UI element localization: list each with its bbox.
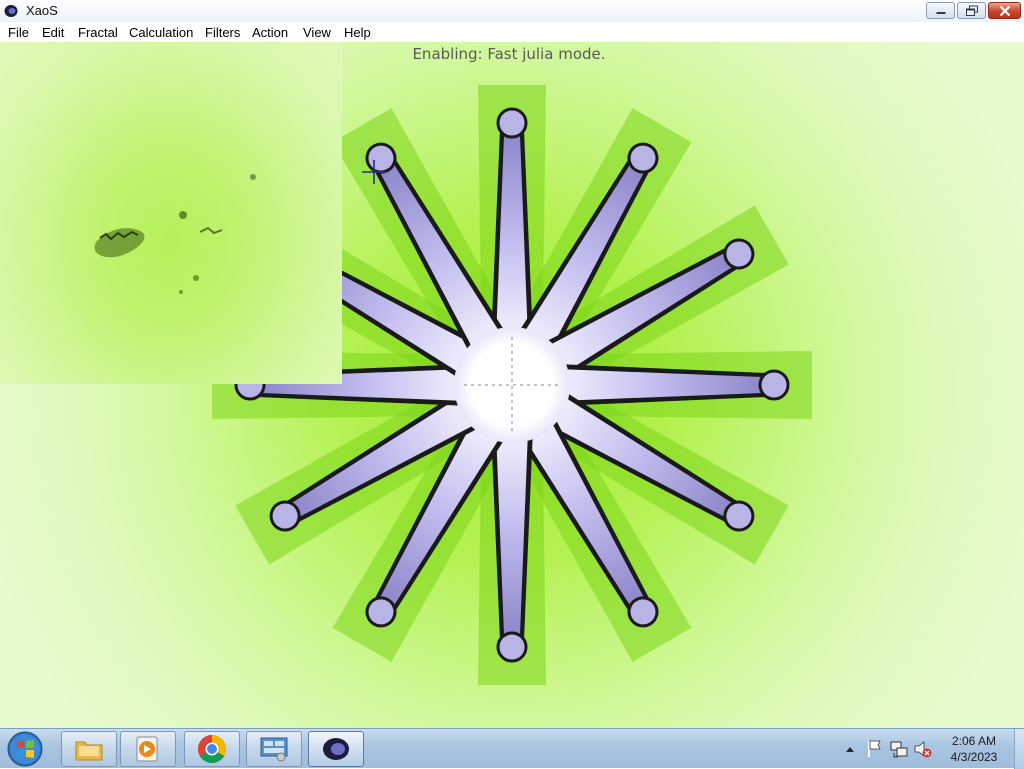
close-button[interactable] bbox=[988, 2, 1021, 19]
menu-bar: File Edit Fractal Calculation Filters Ac… bbox=[0, 22, 1024, 42]
taskbar-file-explorer[interactable] bbox=[61, 731, 117, 767]
window-title: XaoS bbox=[26, 3, 58, 18]
restore-button[interactable] bbox=[957, 2, 986, 19]
show-desktop-button[interactable] bbox=[1014, 729, 1024, 769]
taskbar-chrome[interactable] bbox=[184, 731, 240, 767]
control-panel-icon bbox=[260, 737, 288, 762]
minimize-button[interactable] bbox=[926, 2, 955, 19]
taskbar-media-player[interactable] bbox=[120, 731, 176, 767]
clock-time: 2:06 AM bbox=[951, 734, 997, 748]
network-icon[interactable] bbox=[889, 729, 909, 769]
close-icon bbox=[999, 5, 1010, 16]
xaos-icon bbox=[4, 5, 18, 17]
fractal-canvas[interactable]: Enabling: Fast julia mode. bbox=[0, 42, 1024, 728]
menu-file[interactable]: File bbox=[8, 25, 29, 40]
action-center-flag-icon[interactable] bbox=[866, 729, 884, 769]
crosshair-cursor-icon bbox=[362, 160, 386, 184]
chrome-icon bbox=[198, 735, 226, 763]
windows-start-icon[interactable] bbox=[6, 730, 44, 768]
taskbar: 2:06 AM 4/3/2023 bbox=[0, 728, 1024, 769]
menu-fractal[interactable]: Fractal bbox=[78, 25, 118, 40]
menu-calculation[interactable]: Calculation bbox=[129, 25, 193, 40]
menu-action[interactable]: Action bbox=[252, 25, 288, 40]
minimize-icon bbox=[936, 11, 945, 14]
title-bar[interactable]: XaoS bbox=[0, 0, 1024, 23]
media-player-icon bbox=[136, 736, 158, 762]
preview-overlay bbox=[0, 42, 342, 384]
preview-fractal bbox=[94, 174, 256, 294]
volume-muted-icon[interactable] bbox=[913, 729, 933, 769]
xaos-icon bbox=[323, 738, 349, 760]
clock-date: 4/3/2023 bbox=[950, 750, 998, 764]
menu-filters[interactable]: Filters bbox=[205, 25, 240, 40]
status-message: Enabling: Fast julia mode. bbox=[412, 45, 606, 63]
taskbar-control-panel[interactable] bbox=[246, 731, 302, 767]
taskbar-xaos[interactable] bbox=[308, 731, 364, 767]
menu-help[interactable]: Help bbox=[344, 25, 371, 40]
show-hidden-icons-icon[interactable] bbox=[843, 729, 857, 769]
menu-view[interactable]: View bbox=[303, 25, 331, 40]
menu-edit[interactable]: Edit bbox=[42, 25, 64, 40]
file-explorer-icon bbox=[75, 741, 103, 761]
restore-icon bbox=[965, 5, 978, 16]
system-clock[interactable]: 2:06 AM 4/3/2023 bbox=[938, 733, 1010, 765]
